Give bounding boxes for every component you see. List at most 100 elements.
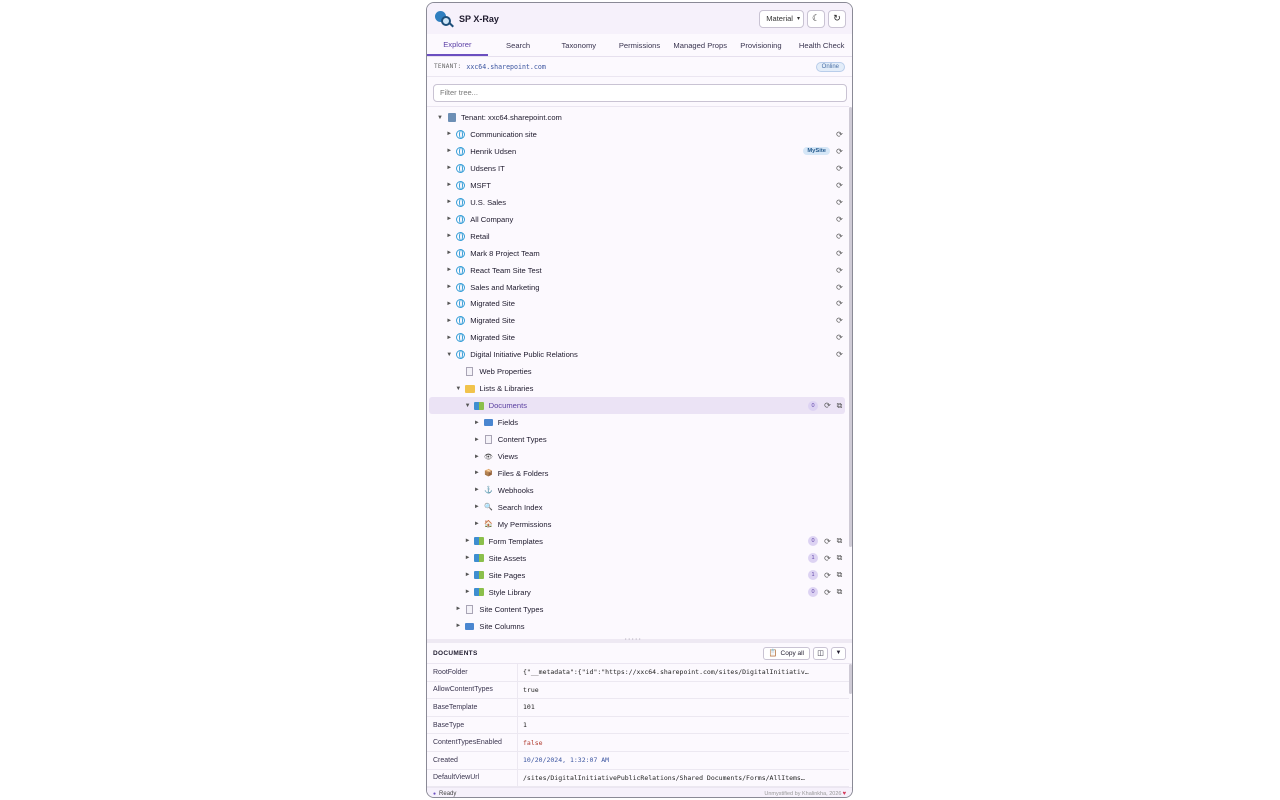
tree-item[interactable]: ► Site Pages 1 ⟳ ⧉ — [429, 567, 845, 584]
expand-arrow-icon[interactable]: ▼ — [435, 115, 445, 121]
copy-icon[interactable]: ⧉ — [834, 553, 845, 563]
tab-explorer[interactable]: Explorer — [427, 34, 488, 56]
tree-item[interactable]: ► Site Assets 1 ⟳ ⧉ — [429, 550, 845, 567]
collapse-arrow-icon[interactable]: ► — [463, 589, 473, 595]
copy-icon[interactable]: ⧉ — [834, 401, 845, 411]
collapse-arrow-icon[interactable]: ► — [463, 572, 473, 578]
theme-select[interactable]: Material ▾ — [759, 9, 804, 28]
tree-item[interactable]: Web Properties — [429, 363, 845, 380]
collapse-arrow-icon[interactable]: ► — [444, 284, 454, 290]
tree-item[interactable]: ► MSFT ⟳ — [429, 177, 845, 194]
collapse-arrow-icon[interactable]: ► — [444, 335, 454, 341]
tree-item[interactable]: ► Sales and Marketing ⟳ — [429, 279, 845, 296]
properties-scrollbar[interactable] — [849, 664, 852, 694]
tree-item[interactable]: ▼ Lists & Libraries — [429, 380, 845, 397]
refresh-icon[interactable]: ⟳ — [822, 537, 833, 546]
refresh-icon[interactable]: ⟳ — [822, 588, 833, 597]
property-row[interactable]: BaseTemplate 101 — [427, 699, 849, 717]
tree-scrollbar[interactable] — [849, 107, 852, 547]
tree-item[interactable]: ► 👁 Views — [429, 448, 845, 465]
tree-item[interactable]: ► Style Library 0 ⟳ ⧉ — [429, 584, 845, 601]
collapse-arrow-icon[interactable]: ► — [444, 131, 454, 137]
filter-tree-input[interactable] — [433, 83, 847, 102]
tree-item[interactable]: ► U.S. Sales ⟳ — [429, 194, 845, 211]
collapse-arrow-icon[interactable]: ► — [453, 623, 463, 629]
collapse-details-button[interactable]: ▼ — [831, 646, 846, 660]
refresh-icon[interactable]: ⟳ — [834, 164, 845, 173]
property-row[interactable]: RootFolder {"__metadata":{"id":"https://x… — [427, 664, 849, 682]
copy-icon[interactable]: ⧉ — [834, 587, 845, 597]
tree-item[interactable]: ► Site Content Types — [429, 601, 845, 618]
collapse-arrow-icon[interactable]: ► — [472, 487, 482, 493]
collapse-arrow-icon[interactable]: ► — [444, 267, 454, 273]
tab-permissions[interactable]: Permissions — [609, 34, 670, 56]
refresh-icon[interactable]: ⟳ — [834, 283, 845, 292]
collapse-arrow-icon[interactable]: ► — [472, 454, 482, 460]
split-view-button[interactable]: ◫ — [813, 646, 828, 660]
tree-item[interactable]: ▼ Documents 0 ⟳ ⧉ — [429, 397, 845, 415]
tree-item[interactable]: ► ⚓ Webhooks — [429, 482, 845, 499]
expand-arrow-icon[interactable]: ▼ — [444, 352, 454, 358]
tree-item[interactable]: ► Communication site ⟳ — [429, 126, 845, 143]
tree-item[interactable]: ▼ Digital Initiative Public Relations ⟳ — [429, 346, 845, 363]
tree-item[interactable]: ► Mark 8 Project Team ⟳ — [429, 245, 845, 262]
refresh-icon[interactable]: ⟳ — [822, 571, 833, 580]
refresh-icon[interactable]: ⟳ — [834, 350, 845, 359]
tree-item[interactable]: ► 📦 Files & Folders — [429, 465, 845, 482]
tree-item[interactable]: ► Migrated Site ⟳ — [429, 295, 845, 312]
tab-search[interactable]: Search — [488, 34, 549, 56]
collapse-arrow-icon[interactable]: ► — [444, 216, 454, 222]
tab-provisioning[interactable]: Provisioning — [731, 34, 792, 56]
refresh-icon[interactable]: ⟳ — [834, 147, 845, 156]
collapse-arrow-icon[interactable]: ► — [472, 504, 482, 510]
tree-item[interactable]: ► 🔍 Search Index — [429, 499, 845, 516]
refresh-icon[interactable]: ⟳ — [822, 401, 833, 410]
tree-item[interactable]: ► Migrated Site ⟳ — [429, 329, 845, 346]
refresh-icon[interactable]: ⟳ — [834, 249, 845, 258]
collapse-arrow-icon[interactable]: ► — [444, 301, 454, 307]
collapse-arrow-icon[interactable]: ► — [444, 233, 454, 239]
collapse-arrow-icon[interactable]: ► — [444, 165, 454, 171]
tree-item[interactable]: ► Content Types — [429, 431, 845, 448]
refresh-icon[interactable]: ⟳ — [834, 333, 845, 342]
tree-item[interactable]: ► Fields — [429, 414, 845, 431]
collapse-arrow-icon[interactable]: ► — [472, 437, 482, 443]
property-row[interactable]: Created 10/20/2024, 1:32:07 AM — [427, 751, 849, 770]
refresh-icon[interactable]: ⟳ — [834, 232, 845, 241]
refresh-icon[interactable]: ⟳ — [834, 299, 845, 308]
tab-taxonomy[interactable]: Taxonomy — [548, 34, 609, 56]
property-row[interactable]: ContentTypesEnabled false — [427, 734, 849, 752]
tree-item[interactable]: ► Henrik Udsen MySite ⟳ — [429, 143, 845, 160]
property-row[interactable]: AllowContentTypes true — [427, 681, 849, 700]
refresh-icon[interactable]: ⟳ — [834, 181, 845, 190]
collapse-arrow-icon[interactable]: ► — [453, 606, 463, 612]
expand-arrow-icon[interactable]: ▼ — [453, 386, 463, 392]
refresh-icon[interactable]: ⟳ — [834, 198, 845, 207]
expand-arrow-icon[interactable]: ▼ — [463, 403, 473, 409]
tree-item[interactable]: ► Udsens IT ⟳ — [429, 160, 845, 177]
collapse-arrow-icon[interactable]: ► — [463, 555, 473, 561]
refresh-icon[interactable]: ⟳ — [834, 316, 845, 325]
collapse-arrow-icon[interactable]: ► — [444, 182, 454, 188]
property-row[interactable]: BaseType 1 — [427, 716, 849, 735]
copy-icon[interactable]: ⧉ — [834, 536, 845, 546]
property-row[interactable]: DefaultViewUrl/sites/DigitalInitiativePu… — [427, 769, 849, 787]
tree-item[interactable]: ▼ Tenant: xxc64.sharepoint.com — [429, 109, 845, 126]
refresh-icon[interactable]: ⟳ — [834, 266, 845, 275]
collapse-arrow-icon[interactable]: ► — [472, 470, 482, 476]
refresh-icon[interactable]: ⟳ — [822, 554, 833, 563]
copy-icon[interactable]: ⧉ — [834, 570, 845, 580]
tree-item[interactable]: ► Migrated Site ⟳ — [429, 312, 845, 329]
collapse-arrow-icon[interactable]: ► — [444, 148, 454, 154]
tree-item[interactable]: ► Form Templates 0 ⟳ ⧉ — [429, 533, 845, 550]
tree-item[interactable]: ► All Company ⟳ — [429, 211, 845, 228]
collapse-arrow-icon[interactable]: ► — [472, 420, 482, 426]
tree-item[interactable]: ► Site Columns — [429, 618, 845, 635]
collapse-arrow-icon[interactable]: ► — [444, 199, 454, 205]
collapse-arrow-icon[interactable]: ► — [472, 521, 482, 527]
collapse-arrow-icon[interactable]: ► — [444, 318, 454, 324]
refresh-icon[interactable]: ⟳ — [834, 215, 845, 224]
tree-item[interactable]: ► Retail ⟳ — [429, 228, 845, 245]
tab-managed-props[interactable]: Managed Props — [670, 34, 731, 56]
refresh-icon[interactable]: ⟳ — [834, 130, 845, 139]
